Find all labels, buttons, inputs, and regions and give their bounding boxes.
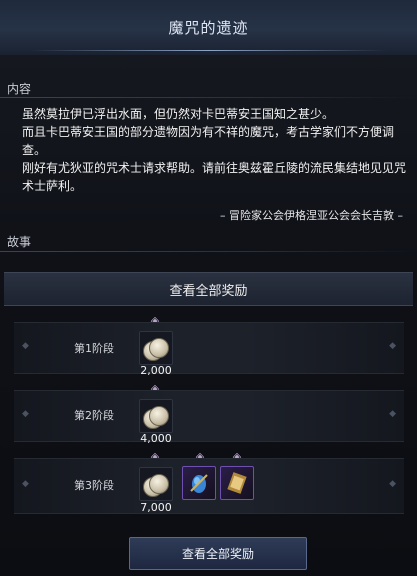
desc-paragraph-2: 而且卡巴蒂安王国的部分遗物因为有不祥的魔咒，考古学家们不方便调查。	[22, 125, 395, 157]
view-all-rewards-button[interactable]: 查看全部奖励	[129, 537, 307, 570]
title-bar: 魔咒的遗迹	[0, 0, 417, 55]
silver-coin-icon[interactable]	[139, 331, 173, 365]
stage-1-label: 第1阶段	[74, 342, 114, 355]
stage-2-label: 第2阶段	[74, 409, 114, 422]
row-arrow-left-icon: ◆	[22, 479, 29, 489]
desc-paragraph-1: 虽然莫拉伊已浮出水面，但仍然对卡巴蒂安王国知之甚少。	[22, 107, 335, 121]
content-header: 内容	[7, 82, 32, 96]
row-arrow-right-icon: ◆	[389, 409, 396, 419]
gold-card-icon[interactable]	[220, 466, 254, 500]
stage-1-reward-qty: 2,000	[140, 364, 172, 377]
row-arrow-right-icon: ◆	[389, 479, 396, 489]
view-all-rewards-header[interactable]: 查看全部奖励	[4, 272, 413, 306]
silver-coin-icon[interactable]	[139, 467, 173, 501]
stage-2-reward-qty: 4,000	[140, 432, 172, 445]
content-divider	[0, 97, 417, 98]
view-all-rewards-header-label: 查看全部奖励	[169, 283, 248, 299]
window-title: 魔咒的遗迹	[168, 19, 249, 37]
quest-description: 虽然莫拉伊已浮出水面，但仍然对卡巴蒂安王国知之甚少。 而且卡巴蒂安王国的部分遗物…	[22, 105, 407, 195]
story-header: 故事	[7, 235, 32, 249]
row-arrow-right-icon: ◆	[389, 341, 396, 351]
row-arrow-left-icon: ◆	[22, 341, 29, 351]
stage-3-reward-qty: 7,000	[140, 501, 172, 514]
stage-row-2: ◆ ◆ 第2阶段	[14, 390, 404, 442]
silver-coin-icon[interactable]	[139, 399, 173, 433]
view-all-rewards-button-label: 查看全部奖励	[181, 547, 254, 561]
quest-signature: – 冒险家公会伊格涅亚公会会长吉敦 –	[220, 209, 403, 222]
stage-row-1: ◆ ◆ 第1阶段	[14, 322, 404, 374]
row-arrow-left-icon: ◆	[22, 409, 29, 419]
stage-3-label: 第3阶段	[74, 479, 114, 492]
blue-orb-icon[interactable]	[182, 466, 216, 500]
story-divider	[0, 251, 417, 252]
desc-paragraph-3: 刚好有尤狄亚的咒术士请求帮助。请前往奥兹霍丘陵的流民集结地见见咒术士萨利。	[22, 161, 407, 193]
